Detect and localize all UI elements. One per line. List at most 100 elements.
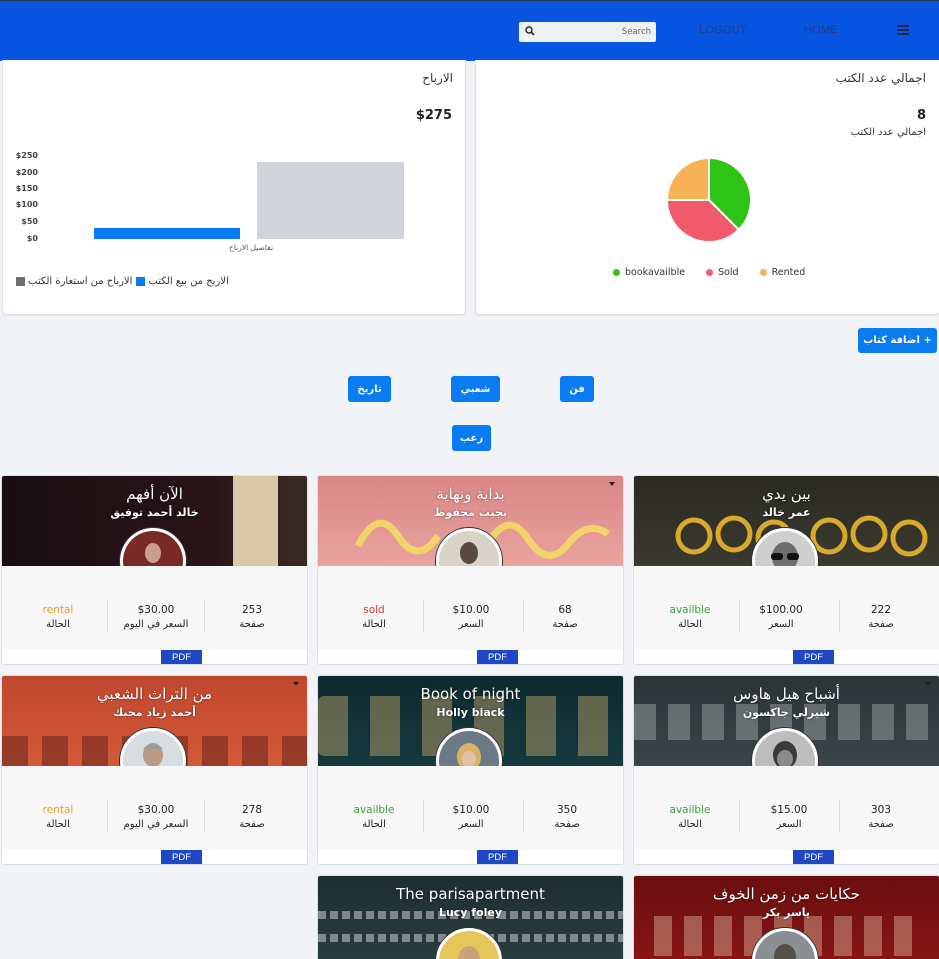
book-title: من التراث الشعبي	[96, 685, 213, 703]
legend-available[interactable]: bookavailble	[613, 267, 685, 278]
status-value: rental	[42, 804, 74, 816]
pages-label: صفحة	[868, 819, 894, 830]
price-label: السعر في اليوم	[123, 619, 189, 630]
pdf-button[interactable]: PDF	[161, 850, 202, 864]
profits-total: $275	[415, 108, 452, 123]
book-card: بداية ونهاية نجيب محفوظ 68 صفحة $10.00 الس…	[317, 475, 624, 665]
pages-value: 350	[556, 804, 578, 816]
search-input[interactable]	[539, 24, 651, 40]
category-folk-button[interactable]: شعبي	[451, 376, 500, 402]
pages-value: 253	[241, 604, 263, 616]
pdf-button[interactable]: PDF	[477, 850, 518, 864]
book-stats: 68 صفحة $10.00 السعر sold الحالة	[318, 566, 623, 650]
price-value: $10.00	[452, 604, 490, 616]
books-pie-chart	[666, 157, 752, 243]
divider	[839, 800, 840, 832]
search-box[interactable]	[519, 22, 656, 42]
category-art-button[interactable]: فن	[560, 376, 594, 402]
book-stats: 253 صفحة $30.00 السعر في اليوم rental الحال…	[2, 566, 307, 650]
status-label: الحالة	[362, 619, 386, 630]
price-stat: $30.00 السعر في اليوم	[106, 604, 206, 630]
status-value: availble	[353, 804, 395, 816]
add-book-button[interactable]: + اضافة كتاب	[858, 328, 937, 353]
pages-stat: 253 صفحة	[202, 604, 302, 630]
status-stat: sold الحالة	[324, 604, 424, 630]
pages-stat: 278 صفحة	[202, 804, 302, 830]
price-stat: $100.00 السعر	[731, 604, 831, 630]
pdf-button[interactable]: PDF	[793, 650, 834, 664]
pages-value: 278	[241, 804, 263, 816]
status-label: الحالة	[362, 819, 386, 830]
price-value: $15.00	[770, 804, 808, 816]
price-value: $30.00	[137, 604, 175, 616]
profits-card: الارباح $275 $250 $200 $150 $100 $50 $0 …	[2, 60, 466, 315]
pdf-button[interactable]: PDF	[477, 650, 518, 664]
price-value: $100.00	[759, 604, 803, 616]
pages-label: صفحة	[239, 619, 265, 630]
legend-sold-dot	[706, 269, 714, 276]
book-title: حكايات من زمن الخوف	[712, 885, 861, 903]
pages-stat: 68 صفحة	[515, 604, 615, 630]
pages-label: صفحة	[868, 619, 894, 630]
y-tick-50: $50	[21, 217, 38, 226]
status-label: الحالة	[678, 819, 702, 830]
price-value: $30.00	[137, 804, 175, 816]
status-stat: rental الحالة	[8, 804, 108, 830]
price-value: $10.00	[452, 804, 490, 816]
home-link[interactable]: HOME	[804, 24, 838, 36]
x-category-label: تفاصيل الارباح	[229, 243, 274, 252]
status-stat: rental الحالة	[8, 604, 108, 630]
divider	[523, 600, 524, 632]
legend-rentals[interactable]: الارباح من استعارة الكتب	[16, 276, 132, 287]
book-stats: 303 صفحة $15.00 السعر availble الحالة	[634, 766, 939, 850]
book-author: أحمد زياد محبك	[113, 706, 196, 719]
book-stats: 278 صفحة $30.00 السعر في اليوم rental الحال…	[2, 766, 307, 850]
status-stat: availble الحالة	[640, 604, 740, 630]
legend-rented[interactable]: Rented	[759, 267, 805, 278]
y-tick-0: $0	[26, 234, 38, 243]
legend-sold[interactable]: Sold	[706, 267, 739, 278]
y-tick-150: $150	[15, 184, 38, 193]
status-value: sold	[363, 604, 385, 616]
book-title: الآن أفهم	[126, 485, 183, 503]
price-label: السعر	[768, 619, 794, 630]
price-label: السعر	[776, 819, 802, 830]
search-icon	[525, 26, 535, 36]
pages-label: صفحة	[239, 819, 265, 830]
book-card: The parisapartment Lucy foley	[317, 875, 624, 959]
category-history-button[interactable]: تاريخ	[348, 376, 391, 402]
legend-rentals-label: الارباح من استعارة الكتب	[28, 276, 133, 287]
pages-label: صفحة	[552, 619, 578, 630]
status-label: الحالة	[46, 819, 70, 830]
category-horror-button[interactable]: رعب	[452, 425, 491, 451]
pie-slice-rented[interactable]	[666, 157, 710, 201]
book-author: شيرلي جاكسون	[742, 706, 831, 719]
pages-stat: 350 صفحة	[517, 804, 617, 830]
price-label: السعر	[458, 619, 484, 630]
legend-sales-label: الاربح من بيع الكتب	[148, 276, 229, 287]
logout-link[interactable]: LOGOUT	[699, 24, 747, 36]
price-stat: $30.00 السعر في اليوم	[106, 804, 206, 830]
book-card: من التراث الشعبي أحمد زياد محبك 278 صفحة …	[1, 675, 308, 865]
y-tick-250: $250	[15, 151, 38, 160]
status-stat: availble الحالة	[640, 804, 740, 830]
status-label: الحالة	[46, 619, 70, 630]
pdf-button[interactable]: PDF	[161, 650, 202, 664]
legend-sales-swatch	[136, 277, 146, 286]
status-stat: availble الحالة	[324, 804, 424, 830]
status-value: availble	[669, 604, 711, 616]
book-title: بداية ونهاية	[436, 485, 505, 503]
book-title: Book of night	[420, 685, 521, 703]
pages-stat: 222 صفحة	[831, 604, 931, 630]
book-title: The parisapartment	[396, 885, 545, 903]
y-tick-200: $200	[15, 168, 38, 177]
book-card: بين يدي عمر خالد 222 صفحة $100.00 السعر av…	[633, 475, 939, 665]
books-total: 8	[916, 108, 926, 123]
pdf-button[interactable]: PDF	[793, 850, 834, 864]
legend-available-dot	[613, 269, 620, 276]
legend-sales[interactable]: الاربح من بيع الكتب	[136, 276, 229, 287]
hamburger-menu-icon[interactable]	[897, 25, 909, 35]
book-author: نجيب محفوظ	[434, 506, 507, 519]
divider	[839, 600, 840, 632]
price-stat: $15.00 السعر	[739, 804, 839, 830]
